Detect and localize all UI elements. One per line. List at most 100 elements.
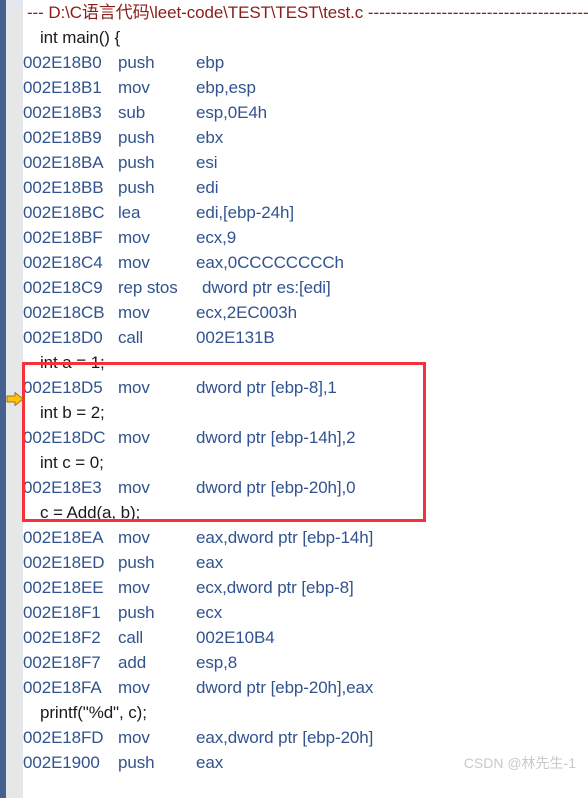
instruction-operands: esp,0E4h [196, 103, 268, 122]
instruction-operands: eax [196, 753, 224, 772]
banner-dashes: ----------------------------------------… [363, 3, 588, 22]
instruction-address: 002E18B3 [23, 103, 102, 122]
instruction-mnemonic: push [118, 553, 155, 572]
instruction-address: 002E18D5 [23, 378, 103, 397]
disassembly-row[interactable]: 002E18F7 add esp,8 [23, 650, 237, 675]
instruction-operands: dword ptr [ebp-8],1 [196, 378, 337, 397]
disassembly-row[interactable]: 002E18D5 mov dword ptr [ebp-8],1 [23, 375, 337, 400]
instruction-operands: ebp,esp [196, 78, 256, 97]
instruction-mnemonic: push [118, 153, 155, 172]
banner-path: D:\C语言代码\leet-code\TEST\TEST\test.c [48, 3, 364, 22]
instruction-mnemonic: mov [118, 678, 150, 697]
instruction-address: 002E18B1 [23, 78, 102, 97]
instruction-operands: dword ptr es:[edi] [202, 278, 331, 297]
disassembly-row[interactable]: 002E18BF mov ecx,9 [23, 225, 236, 250]
disassembly-row[interactable]: 002E18BC lea edi,[ebp-24h] [23, 200, 294, 225]
disassembly-row[interactable]: 002E18BA push esi [23, 150, 218, 175]
instruction-mnemonic: push [118, 178, 155, 197]
instruction-operands: 002E131B [196, 328, 275, 347]
instruction-mnemonic: call [118, 328, 144, 347]
instruction-mnemonic: lea [118, 203, 141, 222]
instruction-address: 002E18BF [23, 228, 103, 247]
instruction-operands: eax [196, 553, 224, 572]
disassembly-row[interactable]: 002E18C9 rep stos dword ptr es:[edi] [23, 275, 331, 300]
instruction-operands: 002E10B4 [196, 628, 275, 647]
instruction-address: 002E18B0 [23, 53, 102, 72]
instruction-address: 002E18BA [23, 153, 104, 172]
instruction-address: 002E18F2 [23, 628, 101, 647]
disassembly-code-area[interactable]: --- D:\C语言代码\leet-code\TEST\TEST\test.c … [23, 0, 588, 798]
disassembly-row[interactable]: 002E18E3 mov dword ptr [ebp-20h],0 [23, 475, 356, 500]
instruction-operands: ecx,2EC003h [196, 303, 297, 322]
instruction-operands: ecx,dword ptr [ebp-8] [196, 578, 354, 597]
disassembly-row[interactable]: 002E18D0 call 002E131B [23, 325, 275, 350]
instruction-address: 002E18ED [23, 553, 105, 572]
disassembly-row[interactable]: 002E18B3 sub esp,0E4h [23, 100, 267, 125]
instruction-operands: dword ptr [ebp-14h],2 [196, 428, 356, 447]
disassembly-row[interactable]: 002E18C4 mov eax,0CCCCCCCCh [23, 250, 344, 275]
disassembly-row[interactable]: 002E1900 push eax [23, 750, 223, 775]
instruction-mnemonic: add [118, 653, 147, 672]
disassembly-row[interactable]: 002E18B9 push ebx [23, 125, 223, 150]
instruction-mnemonic: mov [118, 303, 150, 322]
instruction-operands: esp,8 [196, 653, 238, 672]
instruction-mnemonic: mov [118, 253, 150, 272]
disassembly-row[interactable]: 002E18FD mov eax,dword ptr [ebp-20h] [23, 725, 373, 750]
instruction-address: 002E18EE [23, 578, 104, 597]
source-code-row[interactable]: printf("%d", c); [23, 700, 147, 725]
source-code-row[interactable]: c = Add(a, b); [23, 500, 140, 525]
instruction-mnemonic: rep stos [118, 278, 178, 297]
instruction-operands: ebx [196, 128, 224, 147]
disassembly-row[interactable]: 002E18BB push edi [23, 175, 218, 200]
instruction-address: 002E18B9 [23, 128, 102, 147]
instruction-mnemonic: call [118, 628, 144, 647]
instruction-address: 002E18EA [23, 528, 104, 547]
instruction-mnemonic: sub [118, 103, 146, 122]
instruction-operands: dword ptr [ebp-20h],0 [196, 478, 356, 497]
instruction-mnemonic: mov [118, 578, 150, 597]
instruction-address: 002E18C4 [23, 253, 103, 272]
instruction-address: 002E18FA [23, 678, 102, 697]
source-code-row[interactable]: int c = 0; [23, 450, 104, 475]
disassembly-row[interactable]: 002E18EE mov ecx,dword ptr [ebp-8] [23, 575, 354, 600]
instruction-address: 002E18F7 [23, 653, 101, 672]
disassembly-row[interactable]: 002E18CB mov ecx,2EC003h [23, 300, 297, 325]
source-code-row[interactable]: int a = 1; [23, 350, 105, 375]
instruction-mnemonic: push [118, 53, 155, 72]
instruction-address: 002E18BC [23, 203, 105, 222]
disassembly-row[interactable]: 002E18B0 push ebp [23, 50, 224, 75]
disassembly-row[interactable]: 002E18ED push eax [23, 550, 223, 575]
instruction-mnemonic: push [118, 128, 155, 147]
instruction-mnemonic: mov [118, 528, 150, 547]
instruction-operands: esi [196, 153, 218, 172]
instruction-operands: edi [196, 178, 219, 197]
instruction-mnemonic: mov [118, 728, 150, 747]
instruction-address: 002E18FD [23, 728, 104, 747]
instruction-mnemonic: mov [118, 428, 150, 447]
source-code-row[interactable]: int b = 2; [23, 400, 105, 425]
instruction-mnemonic: push [118, 603, 155, 622]
disassembly-row[interactable]: 002E18F2 call 002E10B4 [23, 625, 275, 650]
instruction-operands: eax,0CCCCCCCCh [196, 253, 344, 272]
banner-prefix: --- [27, 3, 49, 22]
instruction-address: 002E18E3 [23, 478, 102, 497]
disassembly-row[interactable]: 002E18FA mov dword ptr [ebp-20h],eax [23, 675, 373, 700]
disassembly-row[interactable]: 002E18B1 mov ebp,esp [23, 75, 256, 100]
disassembly-row[interactable]: 002E18F1 push ecx [23, 600, 222, 625]
instruction-operands: eax,dword ptr [ebp-14h] [196, 528, 374, 547]
instruction-address: 002E18DC [23, 428, 106, 447]
instruction-address: 002E18D0 [23, 328, 103, 347]
instruction-operands: ecx [196, 603, 223, 622]
instruction-address: 002E1900 [23, 753, 100, 772]
instruction-address: 002E18BB [23, 178, 104, 197]
disassembly-row[interactable]: 002E18DC mov dword ptr [ebp-14h],2 [23, 425, 356, 450]
instruction-address: 002E18F1 [23, 603, 101, 622]
instruction-operands: edi,[ebp-24h] [196, 203, 294, 222]
instruction-mnemonic: push [118, 753, 155, 772]
source-file-banner: --- D:\C语言代码\leet-code\TEST\TEST\test.c … [23, 0, 588, 25]
instruction-mnemonic: mov [118, 478, 150, 497]
instruction-operands: ecx,9 [196, 228, 237, 247]
disassembly-row[interactable]: 002E18EA mov eax,dword ptr [ebp-14h] [23, 525, 373, 550]
source-code-row[interactable]: int main() { [23, 25, 120, 50]
csdn-watermark: CSDN @林先生-1 [463, 755, 576, 771]
